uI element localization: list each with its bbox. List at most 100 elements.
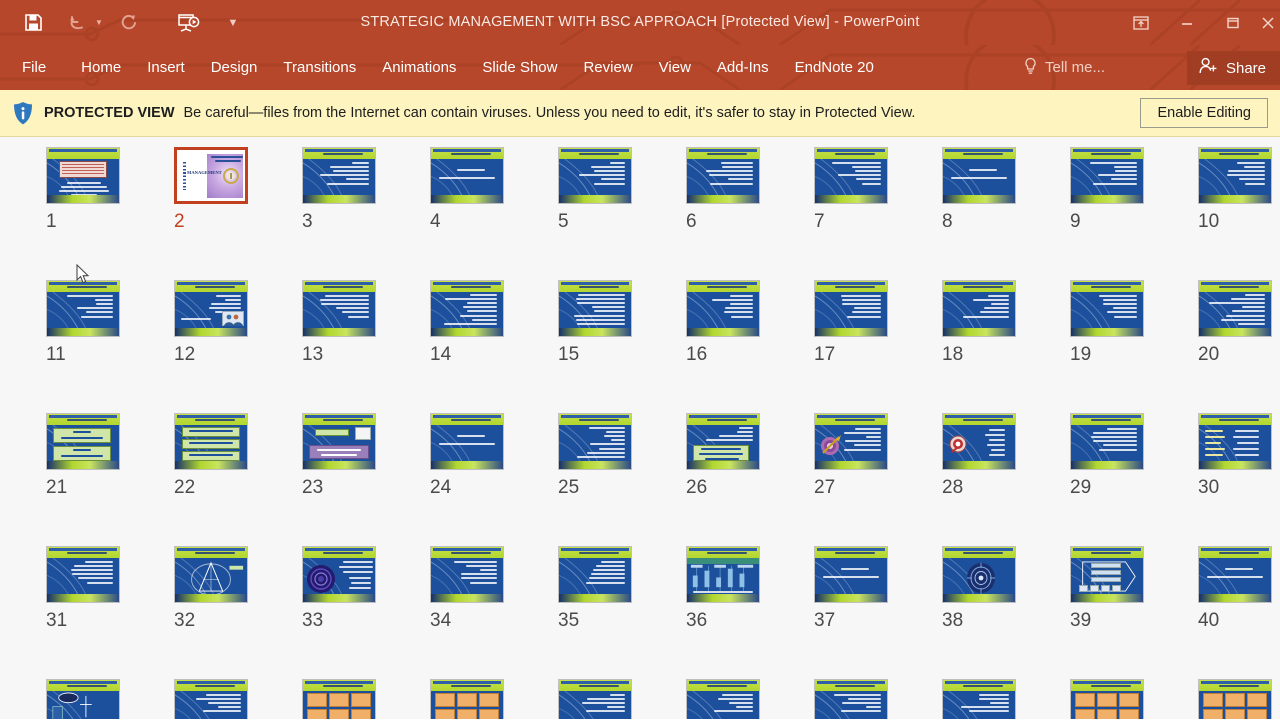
slide-thumbnail-25[interactable]: 25	[532, 413, 640, 546]
ribbon-display-options-icon[interactable]	[1118, 0, 1164, 45]
slide-thumbnail-38[interactable]: 38	[916, 546, 1024, 679]
slide-thumbnail-17[interactable]: 17	[788, 280, 896, 413]
slide-preview-34[interactable]	[430, 546, 504, 603]
slide-preview-8[interactable]	[942, 147, 1016, 204]
slide-thumbnail-43[interactable]: 43	[276, 679, 384, 719]
slide-preview-42[interactable]	[174, 679, 248, 719]
slide-preview-3[interactable]	[302, 147, 376, 204]
slide-preview-13[interactable]	[302, 280, 376, 337]
share-button[interactable]: Share	[1186, 51, 1280, 85]
slide-thumbnail-2[interactable]: MANAGEMENT 2	[148, 147, 256, 280]
slide-preview-39[interactable]	[1070, 546, 1144, 603]
start-presentation-icon[interactable]	[174, 8, 204, 38]
slide-thumbnail-6[interactable]: 6	[660, 147, 768, 280]
slide-preview-7[interactable]	[814, 147, 888, 204]
slide-sorter-pane[interactable]: 1 MANAGEMENT 2 3 4 5 6 7 8 9 10 11 12 13 14 15 16 17 18 19 2…	[0, 137, 1280, 719]
slide-thumbnail-4[interactable]: 4	[404, 147, 512, 280]
slide-thumbnail-47[interactable]: 47	[788, 679, 896, 719]
slide-preview-5[interactable]	[558, 147, 632, 204]
slide-preview-36[interactable]	[686, 546, 760, 603]
slide-preview-37[interactable]	[814, 546, 888, 603]
tab-view[interactable]: View	[646, 45, 704, 90]
slide-thumbnail-26[interactable]: 26	[660, 413, 768, 546]
tab-transitions[interactable]: Transitions	[270, 45, 369, 90]
minimize-icon[interactable]	[1164, 0, 1210, 45]
slide-preview-33[interactable]	[302, 546, 376, 603]
slide-preview-1[interactable]	[46, 147, 120, 204]
tab-endnote-20[interactable]: EndNote 20	[782, 45, 887, 90]
slide-thumbnail-30[interactable]: 30	[1172, 413, 1280, 546]
quick-access-toolbar[interactable]: ▼ ▼	[0, 8, 240, 38]
slide-thumbnail-22[interactable]: 22	[148, 413, 256, 546]
slide-preview-44[interactable]	[430, 679, 504, 719]
slide-preview-12[interactable]	[174, 280, 248, 337]
slide-preview-45[interactable]	[558, 679, 632, 719]
slide-thumbnail-16[interactable]: 16	[660, 280, 768, 413]
slide-thumbnail-7[interactable]: 7	[788, 147, 896, 280]
slide-preview-19[interactable]	[1070, 280, 1144, 337]
slide-preview-10[interactable]	[1198, 147, 1272, 204]
slide-thumbnail-35[interactable]: 35	[532, 546, 640, 679]
slide-thumbnail-3[interactable]: 3	[276, 147, 384, 280]
tab-add-ins[interactable]: Add-Ins	[704, 45, 782, 90]
tab-insert[interactable]: Insert	[134, 45, 198, 90]
slide-preview-23[interactable]	[302, 413, 376, 470]
slide-thumbnail-42[interactable]: 42	[148, 679, 256, 719]
slide-thumbnail-28[interactable]: 28	[916, 413, 1024, 546]
slide-preview-16[interactable]	[686, 280, 760, 337]
slide-thumbnail-21[interactable]: 21	[20, 413, 128, 546]
slide-preview-22[interactable]	[174, 413, 248, 470]
slide-thumbnail-36[interactable]: 36	[660, 546, 768, 679]
slide-preview-15[interactable]	[558, 280, 632, 337]
slide-preview-38[interactable]	[942, 546, 1016, 603]
tab-slide-show[interactable]: Slide Show	[469, 45, 570, 90]
slide-thumbnail-5[interactable]: 5	[532, 147, 640, 280]
slide-preview-17[interactable]	[814, 280, 888, 337]
slide-thumbnail-46[interactable]: 46	[660, 679, 768, 719]
tab-review[interactable]: Review	[570, 45, 645, 90]
slide-preview-24[interactable]	[430, 413, 504, 470]
ribbon-tabs[interactable]: File Home Insert Design Transitions Anim…	[0, 45, 887, 90]
save-icon[interactable]	[18, 8, 48, 38]
close-icon[interactable]	[1256, 0, 1280, 45]
slide-preview-31[interactable]	[46, 546, 120, 603]
slide-thumbnail-48[interactable]: 48	[916, 679, 1024, 719]
tab-design[interactable]: Design	[198, 45, 271, 90]
slide-preview-25[interactable]	[558, 413, 632, 470]
slide-preview-21[interactable]	[46, 413, 120, 470]
slide-thumbnail-40[interactable]: 40	[1172, 546, 1280, 679]
slide-preview-35[interactable]	[558, 546, 632, 603]
undo-icon[interactable]	[62, 8, 92, 38]
slide-thumbnail-45[interactable]: 45	[532, 679, 640, 719]
slide-preview-11[interactable]	[46, 280, 120, 337]
slide-thumbnail-24[interactable]: 24	[404, 413, 512, 546]
slide-preview-48[interactable]	[942, 679, 1016, 719]
slide-thumbnail-9[interactable]: 9	[1044, 147, 1152, 280]
slide-preview-6[interactable]	[686, 147, 760, 204]
slide-preview-14[interactable]	[430, 280, 504, 337]
slide-thumbnail-37[interactable]: 37	[788, 546, 896, 679]
slide-thumbnail-23[interactable]: 23	[276, 413, 384, 546]
slide-preview-9[interactable]	[1070, 147, 1144, 204]
slide-thumbnail-10[interactable]: 10	[1172, 147, 1280, 280]
slide-preview-40[interactable]	[1198, 546, 1272, 603]
customize-quick-access-toolbar-icon[interactable]: ▼	[226, 8, 240, 38]
slide-thumbnail-11[interactable]: 11	[20, 280, 128, 413]
slide-preview-26[interactable]	[686, 413, 760, 470]
restore-icon[interactable]	[1210, 0, 1256, 45]
slide-preview-4[interactable]	[430, 147, 504, 204]
slide-thumbnail-31[interactable]: 31	[20, 546, 128, 679]
slide-thumbnail-13[interactable]: 13	[276, 280, 384, 413]
slide-thumbnail-19[interactable]: 19	[1044, 280, 1152, 413]
tell-me-box[interactable]: Tell me...	[1023, 45, 1105, 90]
slide-thumbnail-32[interactable]: 32	[148, 546, 256, 679]
slide-preview-41[interactable]	[46, 679, 120, 719]
slide-thumbnail-44[interactable]: 44	[404, 679, 512, 719]
tab-animations[interactable]: Animations	[369, 45, 469, 90]
slide-thumbnail-1[interactable]: 1	[20, 147, 128, 280]
slide-thumbnail-34[interactable]: 34	[404, 546, 512, 679]
slide-preview-50[interactable]	[1198, 679, 1272, 719]
slide-thumbnail-14[interactable]: 14	[404, 280, 512, 413]
slide-preview-20[interactable]	[1198, 280, 1272, 337]
slide-preview-32[interactable]	[174, 546, 248, 603]
